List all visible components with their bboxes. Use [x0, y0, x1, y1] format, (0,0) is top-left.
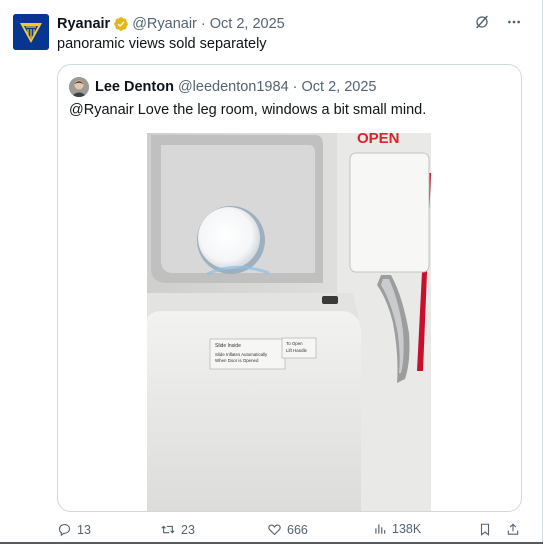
- quoted-tweet[interactable]: Lee Denton @leedenton1984 · Oct 2, 2025 …: [57, 64, 522, 512]
- quote-header: Lee Denton @leedenton1984 · Oct 2, 2025: [69, 77, 376, 97]
- ryanair-avatar[interactable]: [13, 14, 49, 50]
- bookmark-icon: [478, 522, 492, 537]
- verified-badge-icon: [113, 16, 129, 32]
- author-name[interactable]: Ryanair: [57, 16, 110, 32]
- tweet-header-icons: [474, 14, 522, 30]
- views-count: 138K: [392, 522, 422, 536]
- quote-text: @Ryanair Love the leg room, windows a bi…: [69, 102, 427, 118]
- tweet-header: Ryanair @Ryanair · Oct 2, 2025: [57, 15, 285, 33]
- views-button[interactable]: 138K: [373, 522, 421, 536]
- repost-count: 23: [181, 522, 195, 537]
- quote-author-handle[interactable]: @leedenton1984: [178, 79, 289, 95]
- tweet-actions: 13 23 666 138K: [57, 520, 527, 542]
- bookmark-button[interactable]: [478, 522, 492, 537]
- repost-icon: [160, 522, 176, 537]
- tweet[interactable]: Ryanair @Ryanair · Oct 2, 2025 panoramic…: [0, 0, 543, 544]
- tweet-date[interactable]: Oct 2, 2025: [210, 16, 285, 32]
- heart-icon: [267, 522, 282, 537]
- like-button[interactable]: 666: [267, 522, 308, 537]
- quote-date[interactable]: Oct 2, 2025: [301, 79, 376, 95]
- share-button[interactable]: [506, 522, 520, 537]
- placard-left-line1: Slide Inside: [215, 343, 241, 349]
- author-handle[interactable]: @Ryanair: [132, 16, 197, 32]
- reply-count: 13: [77, 522, 91, 537]
- share-icon: [506, 522, 520, 537]
- repost-button[interactable]: 23: [160, 522, 195, 537]
- tweet-text: panoramic views sold separately: [57, 36, 267, 52]
- quote-author-name[interactable]: Lee Denton: [95, 79, 174, 95]
- placard-right-line2: Lift Handle: [286, 348, 308, 353]
- ryanair-harp-icon: [13, 14, 49, 50]
- quote-meta-separator: ·: [292, 79, 298, 95]
- aircraft-door-photo: Slide Inside Slide Inflates Automaticall…: [147, 133, 431, 511]
- quote-media-image[interactable]: Slide Inside Slide Inflates Automaticall…: [147, 133, 431, 511]
- placard-left-line3: When Door is Opened: [215, 358, 259, 363]
- reply-button[interactable]: 13: [57, 522, 91, 537]
- grok-icon[interactable]: [474, 14, 490, 30]
- reply-icon: [57, 522, 72, 537]
- views-chart-icon: [373, 522, 387, 536]
- meta-separator: ·: [200, 16, 206, 32]
- more-options-icon[interactable]: [506, 14, 522, 30]
- placard-left-line2: Slide Inflates Automatically: [215, 352, 268, 357]
- quote-author-avatar[interactable]: [69, 77, 89, 97]
- open-sign: OPEN: [357, 133, 400, 147]
- placard-right-line1: To Open: [286, 341, 303, 346]
- like-count: 666: [287, 522, 308, 537]
